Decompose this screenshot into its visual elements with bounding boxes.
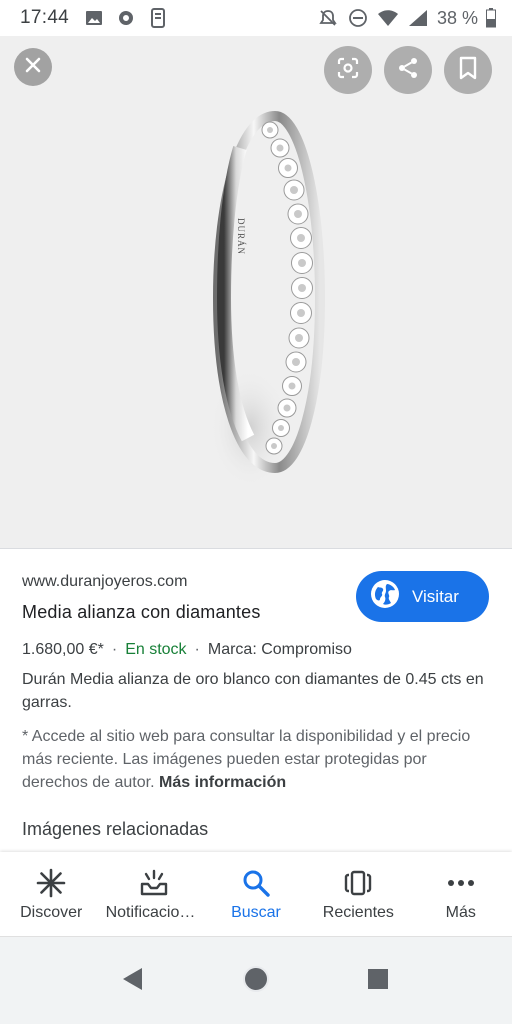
recents-square-icon: [366, 967, 390, 996]
nav-search[interactable]: Buscar: [205, 852, 307, 936]
brand: Marca: Compromiso: [207, 641, 352, 658]
home-circle-icon: [242, 965, 270, 998]
visit-button[interactable]: Visitar: [356, 571, 489, 622]
nav-label: Discover: [20, 904, 83, 921]
battery-level: 38 %: [436, 7, 478, 28]
bottom-navigation: Discover Notificaciones Buscar Recientes…: [0, 852, 512, 936]
product-image-ring: DURÁN: [180, 108, 340, 488]
disclaimer: * Accede al sitio web para consultar la …: [22, 725, 492, 794]
bookmark-icon: [458, 56, 478, 85]
status-time: 17:44: [20, 7, 70, 28]
system-home-button[interactable]: [240, 965, 272, 997]
ring-engraving: DURÁN: [236, 218, 246, 255]
nav-discover[interactable]: Discover: [0, 852, 102, 936]
stock-status: En stock: [125, 641, 187, 658]
share-button[interactable]: [384, 46, 432, 94]
dnd-icon: [347, 7, 369, 29]
close-icon: [24, 56, 42, 79]
nav-label: Buscar: [231, 904, 281, 921]
related-images-heading: Imágenes relacionadas: [22, 819, 209, 839]
share-icon: [396, 56, 420, 85]
asterisk-icon: [36, 868, 66, 898]
separator: ·: [194, 641, 200, 658]
close-button[interactable]: [14, 48, 52, 86]
nav-label: Recientes: [322, 904, 394, 921]
image-viewer[interactable]: DURÁN: [0, 36, 512, 548]
product-meta: 1.680,00 €* · En stock · Marca: Compromi…: [22, 641, 352, 659]
recents-icon: [343, 868, 373, 898]
save-button[interactable]: [444, 46, 492, 94]
nav-notifications[interactable]: Notificaciones: [102, 852, 204, 936]
nav-label: Notificaciones: [105, 904, 202, 921]
product-description: Durán Media alianza de oro blanco con di…: [22, 671, 484, 711]
wifi-icon: [377, 7, 399, 29]
status-notification-icons: [83, 7, 169, 29]
lens-button[interactable]: [324, 46, 372, 94]
status-bar: 17:44 38 %: [0, 0, 512, 36]
visit-label: Visitar: [412, 586, 459, 606]
nav-recents[interactable]: Recientes: [307, 852, 409, 936]
system-back-button[interactable]: [116, 965, 148, 997]
separator: ·: [111, 641, 118, 658]
signal-icon: [407, 7, 429, 29]
battery-icon: [486, 7, 496, 29]
result-info-panel: www.duranjoyeros.com Media alianza con d…: [0, 548, 512, 852]
mute-icon: [317, 7, 339, 29]
back-triangle-icon: [120, 966, 144, 997]
price: 1.680,00 €*: [22, 641, 104, 658]
more-info-link[interactable]: Más información: [159, 774, 286, 791]
nav-label: Más: [445, 904, 476, 921]
search-icon: [241, 868, 271, 898]
camera-app-icon: [115, 7, 137, 29]
system-navigation-bar: [0, 936, 512, 1024]
notifications-icon: [139, 868, 169, 898]
product-title[interactable]: Media alianza con diamantes: [22, 602, 261, 623]
globe-icon: [370, 579, 400, 614]
image-icon: [83, 7, 105, 29]
status-system-icons: 38 %: [317, 7, 496, 29]
lens-icon: [336, 56, 360, 85]
more-icon: [446, 868, 476, 898]
site-url[interactable]: www.duranjoyeros.com: [22, 573, 187, 591]
device-icon: [147, 7, 169, 29]
nav-more[interactable]: Más: [410, 852, 512, 936]
system-recents-button[interactable]: [362, 965, 394, 997]
